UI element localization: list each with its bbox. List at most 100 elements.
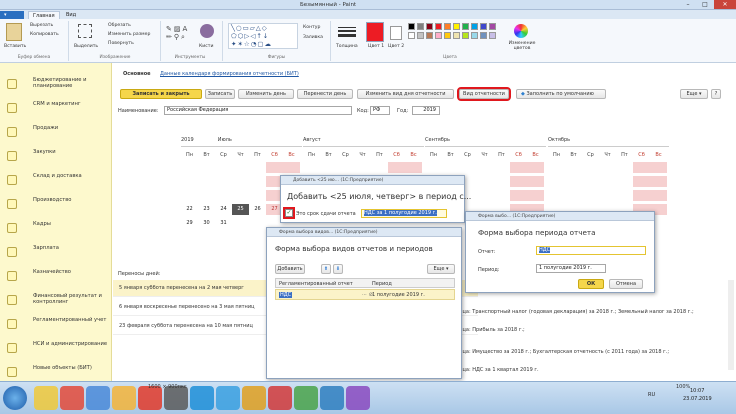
- sidebar-item[interactable]: Бюджетирование и планирование: [0, 71, 112, 97]
- calendar-day[interactable]: [232, 162, 249, 173]
- calendar-day[interactable]: [599, 190, 616, 201]
- palette-swatch[interactable]: [417, 23, 424, 30]
- year-field[interactable]: 2019: [412, 106, 440, 115]
- calendar-day[interactable]: [548, 176, 565, 187]
- sidebar-item[interactable]: Кадры: [0, 215, 112, 241]
- calendar-day[interactable]: [582, 190, 599, 201]
- table-row[interactable]: НДС ⋯ ⊘ 1 полугодие 2019 г.: [275, 289, 455, 300]
- start-button[interactable]: [3, 386, 27, 410]
- calendar-day[interactable]: [527, 190, 544, 201]
- period-select[interactable]: 1 полугодие 2019 г.: [536, 264, 606, 273]
- taskbar-app-icon[interactable]: [60, 386, 84, 410]
- deadline-checkbox[interactable]: ✓: [283, 207, 295, 219]
- fill-button[interactable]: Заливка: [303, 35, 323, 40]
- calendar-day[interactable]: 26: [249, 204, 266, 215]
- language-indicator[interactable]: RU: [648, 392, 655, 398]
- calendar-day[interactable]: 25: [232, 204, 249, 215]
- calendar-day[interactable]: [565, 162, 582, 173]
- calendar-day[interactable]: [582, 162, 599, 173]
- sidebar-item[interactable]: НСИ и администрирование: [0, 335, 112, 361]
- palette-swatch[interactable]: [453, 32, 460, 39]
- file-tab[interactable]: ▾: [0, 11, 24, 19]
- palette-swatch[interactable]: [426, 32, 433, 39]
- calendar-day[interactable]: [181, 162, 198, 173]
- sidebar-item[interactable]: Зарплата: [0, 239, 112, 265]
- calendar-day[interactable]: [510, 176, 527, 187]
- calendar-day[interactable]: [249, 162, 266, 173]
- palette-swatch[interactable]: [408, 32, 415, 39]
- calendar-day[interactable]: [650, 176, 667, 187]
- calendar-day[interactable]: [215, 176, 232, 187]
- tab-main[interactable]: Основное: [123, 71, 151, 77]
- sidebar-item[interactable]: Регламентированный учет: [0, 311, 112, 337]
- taskbar-app-icon[interactable]: [294, 386, 318, 410]
- outline-button[interactable]: Контур: [303, 25, 320, 30]
- more-button[interactable]: Еще ▾: [680, 89, 708, 99]
- fill-default-button[interactable]: ◆ Заполнить по умолчанию: [516, 89, 606, 99]
- add-report-button[interactable]: Добавить: [275, 264, 305, 274]
- calendar-day[interactable]: [476, 190, 493, 201]
- calendar-day[interactable]: [232, 218, 249, 229]
- palette-swatch[interactable]: [462, 32, 469, 39]
- calendar-day[interactable]: [633, 176, 650, 187]
- rotate-button[interactable]: Повернуть: [108, 41, 134, 46]
- calendar-day[interactable]: [371, 162, 388, 173]
- calendar-day[interactable]: [599, 162, 616, 173]
- taskbar-app-icon[interactable]: [320, 386, 344, 410]
- palette-swatch[interactable]: [408, 23, 415, 30]
- calendar-day[interactable]: 31: [215, 218, 232, 229]
- brushes-button[interactable]: Кисти: [199, 44, 213, 49]
- calendar-day[interactable]: [582, 176, 599, 187]
- calendar-day[interactable]: [616, 190, 633, 201]
- calendar-day[interactable]: [633, 190, 650, 201]
- calendar-day[interactable]: [616, 176, 633, 187]
- calendar-day[interactable]: [354, 162, 371, 173]
- calendar-day[interactable]: [405, 162, 422, 173]
- copy-button[interactable]: Копировать: [30, 32, 59, 37]
- tab-calendar-data[interactable]: Данные календаря формирования отчетности…: [160, 71, 299, 77]
- calendar-day[interactable]: [181, 190, 198, 201]
- calendar-day[interactable]: [198, 162, 215, 173]
- palette-swatch[interactable]: [435, 23, 442, 30]
- cut-button[interactable]: Вырезать: [30, 23, 53, 28]
- palette-swatch[interactable]: [426, 23, 433, 30]
- shapes-gallery[interactable]: ╲○▭▱△◇ ⬠⬡▷◁↑↓ ✦✶☆◔▢☁: [228, 23, 298, 49]
- change-day-kind-button[interactable]: Изменить вид дня отчетности: [357, 89, 454, 99]
- calendar-day[interactable]: [303, 162, 320, 173]
- palette-swatch[interactable]: [489, 23, 496, 30]
- palette-swatch[interactable]: [471, 23, 478, 30]
- palette-swatch[interactable]: [489, 32, 496, 39]
- palette-swatch[interactable]: [453, 23, 460, 30]
- taskbar-app-icon[interactable]: [34, 386, 58, 410]
- sidebar-item[interactable]: Склад и доставка: [0, 167, 112, 193]
- report-kind-button[interactable]: Вид отчетности: [457, 87, 511, 101]
- calendar-day[interactable]: [650, 162, 667, 173]
- color1-swatch[interactable]: [366, 22, 384, 42]
- calendar-day[interactable]: [459, 162, 476, 173]
- calendar-day[interactable]: [249, 218, 266, 229]
- palette-swatch[interactable]: [480, 32, 487, 39]
- calendar-day[interactable]: [249, 176, 266, 187]
- palette-swatch[interactable]: [444, 23, 451, 30]
- kinds-more-button[interactable]: Еще ▾: [427, 264, 455, 274]
- calendar-day[interactable]: [565, 190, 582, 201]
- sidebar-item[interactable]: Продажи: [0, 119, 112, 145]
- palette-swatch[interactable]: [417, 32, 424, 39]
- taskbar-app-icon[interactable]: [112, 386, 136, 410]
- taskbar-app-icon[interactable]: [190, 386, 214, 410]
- calendar-day[interactable]: [599, 176, 616, 187]
- tab-home[interactable]: Главная: [28, 11, 60, 19]
- palette-swatch[interactable]: [444, 32, 451, 39]
- calendar-day[interactable]: [266, 162, 283, 173]
- calendar-day[interactable]: [493, 190, 510, 201]
- move-day-button[interactable]: Перенести день: [297, 89, 353, 99]
- calendar-day[interactable]: [320, 162, 337, 173]
- paste-button[interactable]: Вставить: [4, 44, 26, 49]
- calendar-day[interactable]: 24: [215, 204, 232, 215]
- calendar-day[interactable]: [337, 162, 354, 173]
- calendar-day[interactable]: [616, 162, 633, 173]
- calendar-day[interactable]: [425, 162, 442, 173]
- sidebar-item[interactable]: Производство: [0, 191, 112, 217]
- color-palette[interactable]: [408, 23, 500, 53]
- calendar-day[interactable]: [198, 176, 215, 187]
